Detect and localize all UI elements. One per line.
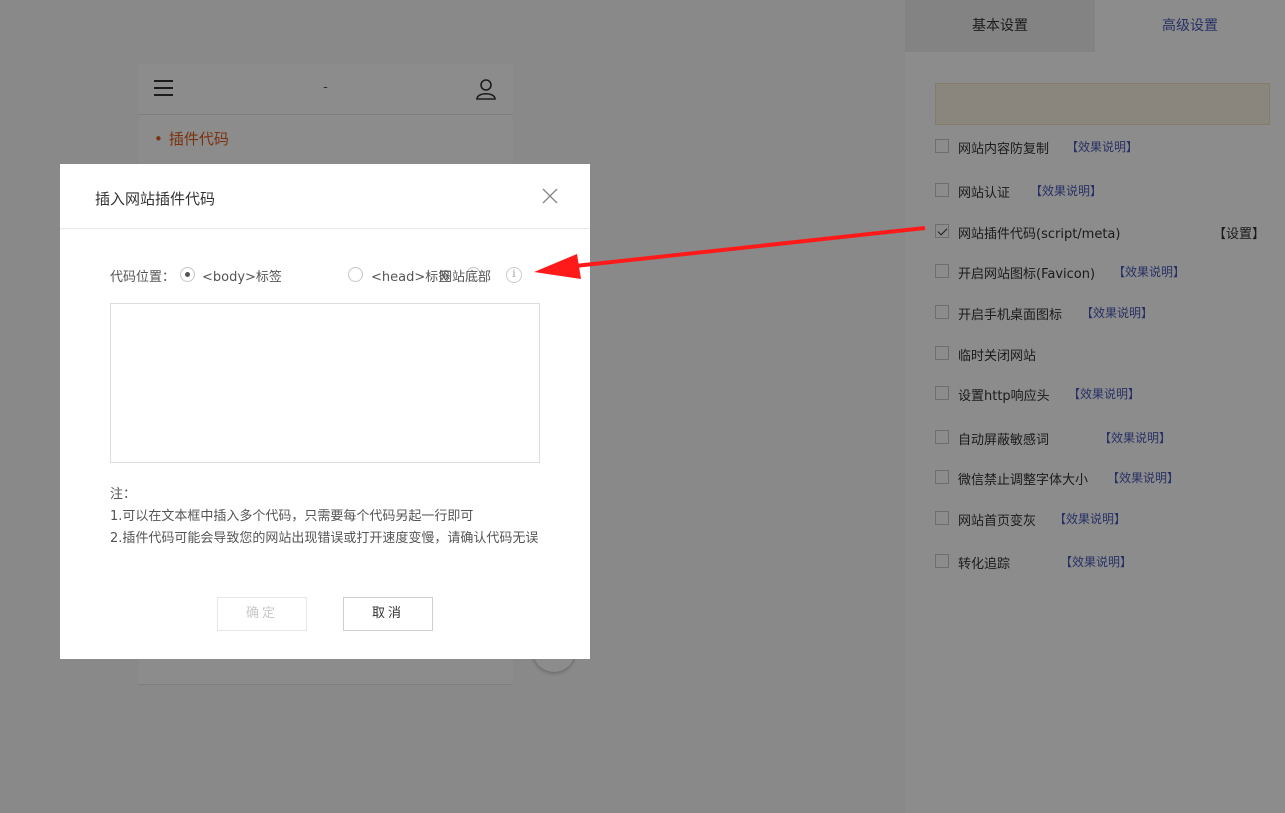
notes-heading: 注： (110, 487, 137, 502)
dialog-notes: 注： 1.可以在文本框中插入多个代码，只需要每个代码另起一行即可 2.插件代码可… (110, 484, 538, 550)
dialog-title: 插入网站插件代码 (95, 190, 216, 208)
info-icon[interactable]: i (506, 267, 522, 283)
notes-line-1: 1.可以在文本框中插入多个代码，只需要每个代码另起一行即可 (110, 509, 474, 524)
radio-body-label[interactable]: <body>标签 (202, 266, 282, 285)
radio-footer-label[interactable]: 网站底部 (439, 266, 491, 285)
close-icon[interactable] (540, 186, 560, 206)
radio-body[interactable] (180, 267, 195, 282)
plugin-code-textarea[interactable] (110, 303, 540, 463)
code-position-label: 代码位置： (110, 270, 176, 285)
dialog-header: 插入网站插件代码 (60, 164, 590, 229)
radio-head[interactable] (348, 267, 363, 282)
confirm-button[interactable]: 确定 (217, 597, 307, 631)
notes-line-2: 2.插件代码可能会导致您的网站出现错误或打开速度变慢，请确认代码无误 (110, 531, 539, 546)
cancel-button[interactable]: 取消 (343, 597, 433, 631)
plugin-code-dialog: 插入网站插件代码 代码位置： <body>标签 <head>标签 网站底部 i … (60, 164, 590, 659)
